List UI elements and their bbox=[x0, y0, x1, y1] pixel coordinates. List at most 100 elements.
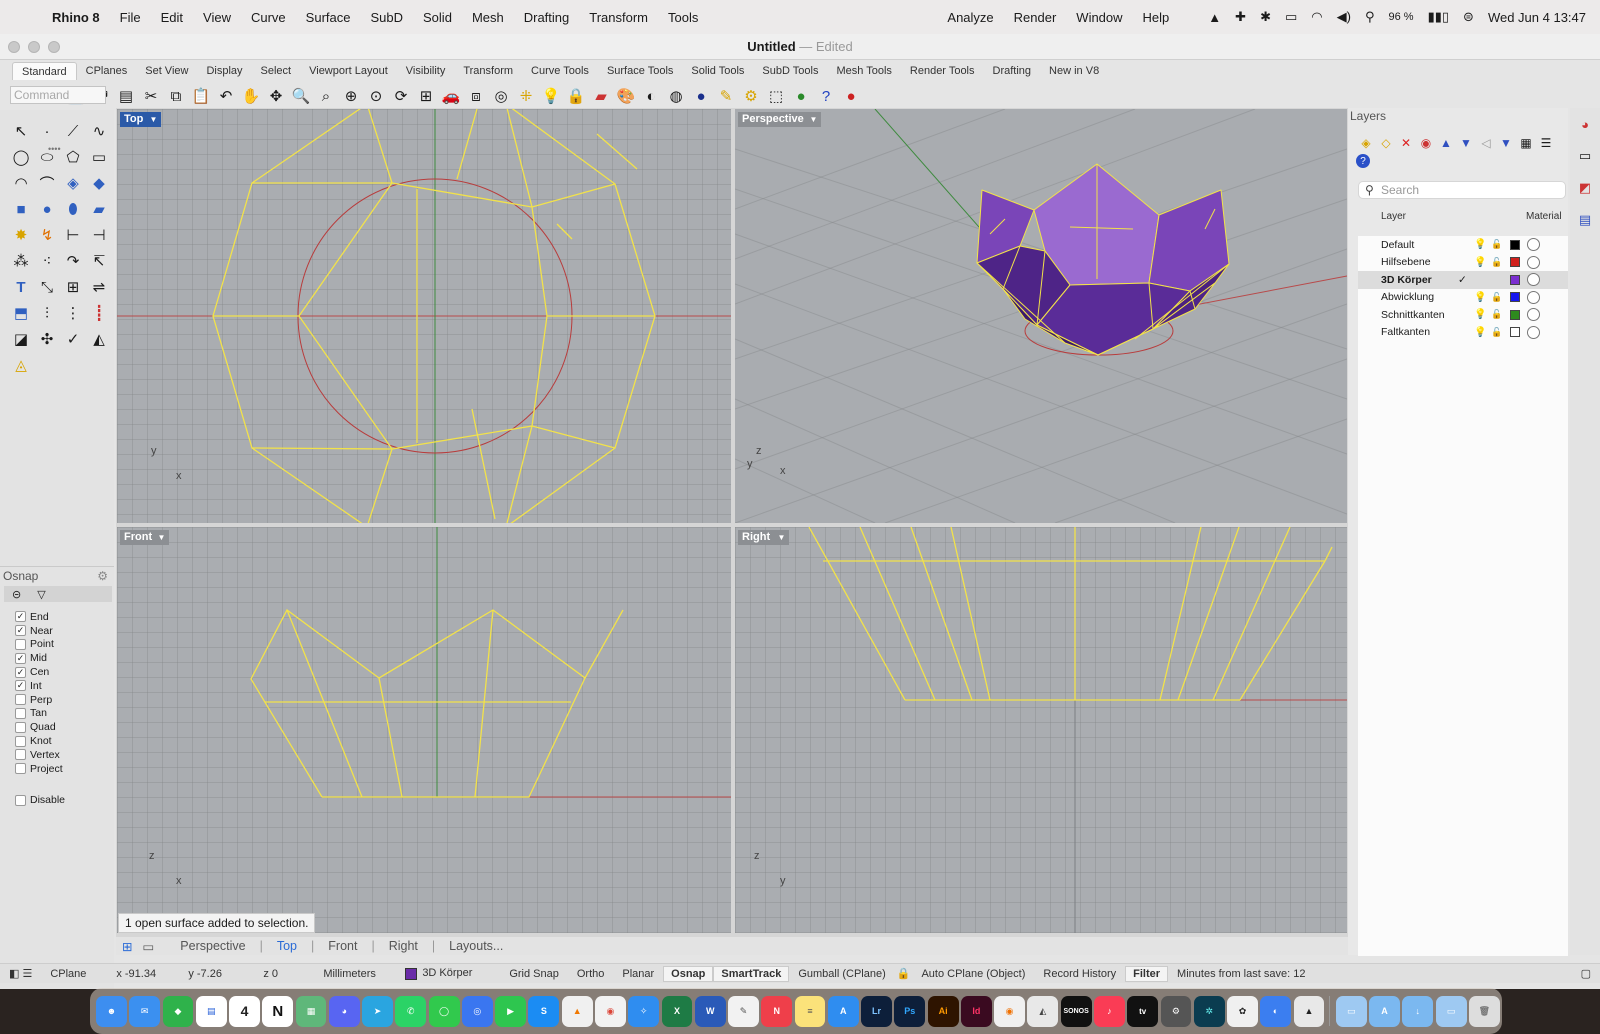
osnap-checkbox[interactable] bbox=[15, 707, 26, 719]
osnap-checkbox[interactable]: ✓ bbox=[15, 680, 26, 692]
layer-color-swatch[interactable] bbox=[1510, 257, 1520, 268]
perspective-viewport-menu-icon[interactable]: ▼ bbox=[806, 112, 821, 127]
status-units[interactable]: Millimeters bbox=[314, 968, 396, 980]
mail-icon[interactable]: ✉ bbox=[129, 995, 161, 1027]
extrude-icon[interactable]: ⬒ bbox=[8, 300, 34, 326]
copy-icon[interactable]: ⧉ bbox=[164, 84, 188, 108]
render-sphere-icon[interactable]: ● bbox=[689, 84, 713, 108]
menu-tools[interactable]: Tools bbox=[658, 10, 708, 25]
status-current-layer[interactable]: 3D Körper bbox=[396, 967, 500, 980]
transform-icon[interactable]: ┋ bbox=[86, 300, 112, 326]
perspective-viewport-label[interactable]: Perspective bbox=[738, 112, 808, 127]
facetime-icon[interactable]: ▶ bbox=[495, 995, 527, 1027]
osnap-item-vertex[interactable]: Vertex bbox=[15, 748, 110, 762]
layer-menu-icon[interactable]: ☰ bbox=[1536, 134, 1556, 152]
array-icon[interactable]: ⊞ bbox=[60, 274, 86, 300]
circle-icon[interactable]: ◯ bbox=[8, 144, 34, 170]
spotlight-search-icon[interactable]: ⚲ bbox=[1358, 9, 1382, 25]
snap-icon[interactable]: ◎ bbox=[489, 84, 513, 108]
excel-icon[interactable]: X bbox=[661, 995, 693, 1027]
polygon-icon[interactable]: ⬠ bbox=[60, 144, 86, 170]
osnap-item-mid[interactable]: ✓ Mid bbox=[15, 651, 110, 665]
command-input[interactable]: Command bbox=[10, 86, 106, 104]
layer-book-icon[interactable]: ▰ bbox=[589, 84, 613, 108]
layer-material-circle[interactable] bbox=[1527, 273, 1540, 287]
display-panel-icon[interactable]: ▭ bbox=[1570, 140, 1600, 172]
zoom-extents-icon[interactable]: ⊕ bbox=[339, 84, 363, 108]
clock[interactable]: Wed Jun 4 13:47 bbox=[1481, 10, 1600, 25]
lightroom-icon[interactable]: Lr bbox=[861, 995, 892, 1027]
rhino-logo-icon[interactable]: ● bbox=[839, 84, 863, 108]
osnap-item-project[interactable]: Project bbox=[15, 762, 110, 776]
layer-material-circle[interactable] bbox=[1527, 255, 1540, 269]
move-layer-up-icon[interactable]: ▲ bbox=[1436, 134, 1456, 152]
shazam-icon[interactable]: S bbox=[528, 995, 560, 1027]
osnap-item-tan[interactable]: Tan bbox=[15, 707, 110, 721]
cplane-grid-icon[interactable]: ⧈ bbox=[464, 84, 488, 108]
tab-new-in-v8[interactable]: New in V8 bbox=[1040, 62, 1108, 80]
layer-row[interactable]: 3D Körper ✓ bbox=[1358, 271, 1568, 289]
menu-analyze[interactable]: Analyze bbox=[937, 10, 1003, 25]
zoom-selected-icon[interactable]: ⊙ bbox=[364, 84, 388, 108]
osnap-checkbox[interactable] bbox=[15, 638, 26, 650]
layer-unlock-icon[interactable]: 🔓 bbox=[1491, 309, 1502, 320]
planar-toggle[interactable]: Planar bbox=[613, 968, 663, 980]
creative-cloud-icon[interactable]: ▲ bbox=[1201, 10, 1228, 25]
textedit-icon[interactable]: ✎ bbox=[728, 995, 759, 1027]
mirror-icon[interactable]: ⇌ bbox=[86, 274, 112, 300]
menu-transform[interactable]: Transform bbox=[579, 10, 658, 25]
layer-unlock-icon[interactable]: 🔓 bbox=[1491, 239, 1502, 250]
osnap-toggle[interactable]: Osnap bbox=[663, 965, 714, 982]
light-bulb-icon[interactable]: 💡 bbox=[539, 84, 563, 108]
tab-curve-tools[interactable]: Curve Tools bbox=[522, 62, 598, 80]
tab-viewport-layout[interactable]: Viewport Layout bbox=[300, 62, 397, 80]
layer-material-circle[interactable] bbox=[1527, 290, 1540, 304]
tab-transform[interactable]: Transform bbox=[454, 62, 522, 80]
illustrator-icon[interactable]: Ai bbox=[927, 995, 959, 1027]
osnap-checkbox[interactable] bbox=[15, 749, 26, 761]
mesh-plane-icon[interactable]: ▰ bbox=[86, 196, 112, 222]
vpn-icon[interactable]: ◐ bbox=[1260, 995, 1292, 1027]
layer-unlock-icon[interactable]: 🔓 bbox=[1491, 257, 1502, 268]
dimension-icon[interactable]: ⫶ bbox=[34, 300, 60, 326]
layer-name[interactable]: 3D Körper bbox=[1381, 274, 1432, 286]
tab-set-view[interactable]: Set View bbox=[136, 62, 197, 80]
zoom-window-button[interactable] bbox=[48, 41, 60, 53]
help-panel-icon[interactable]: ▤ bbox=[1570, 204, 1600, 236]
hat-app-icon[interactable]: ▲ bbox=[1293, 995, 1325, 1027]
rhino-status-icon[interactable]: ✚ bbox=[1228, 9, 1253, 25]
osnap-checkbox[interactable]: ✓ bbox=[15, 611, 26, 623]
paste-icon[interactable]: 📋 bbox=[189, 84, 213, 108]
layer-table-icon[interactable]: ▦ bbox=[1516, 134, 1536, 152]
safari-icon[interactable]: ✧ bbox=[628, 995, 660, 1027]
bluetooth-icon[interactable]: ✱ bbox=[1253, 9, 1278, 25]
new-sublayer-icon[interactable]: ◇ bbox=[1376, 134, 1396, 152]
tab-top[interactable]: Top bbox=[263, 939, 311, 953]
menu-view[interactable]: View bbox=[193, 10, 241, 25]
single-view-tab-icon[interactable]: ▭ bbox=[138, 939, 166, 954]
menu-edit[interactable]: Edit bbox=[151, 10, 193, 25]
sonos-icon[interactable]: SONOS bbox=[1060, 995, 1092, 1027]
telegram-icon[interactable]: ➤ bbox=[362, 995, 393, 1027]
layer-material-circle[interactable] bbox=[1527, 238, 1540, 252]
new-layer-icon[interactable]: ◈ bbox=[1356, 134, 1376, 152]
feedly-icon[interactable]: ◆ bbox=[162, 995, 194, 1027]
rotate-view-icon[interactable]: ⟳ bbox=[389, 84, 413, 108]
osnap-mode-icon[interactable]: ⊝ bbox=[12, 588, 21, 601]
minimize-window-button[interactable] bbox=[28, 41, 40, 53]
properties-panel-icon[interactable]: ◕ bbox=[1570, 108, 1600, 140]
wireframe-sphere-icon[interactable]: ◍ bbox=[664, 84, 688, 108]
cut-icon[interactable]: ✂ bbox=[139, 84, 163, 108]
perspective-viewport[interactable] bbox=[735, 109, 1347, 523]
material-column-header[interactable]: Material bbox=[1526, 211, 1562, 222]
tab-drafting[interactable]: Drafting bbox=[984, 62, 1041, 80]
fillet-curve-icon[interactable]: ⌒ bbox=[34, 170, 60, 196]
help-icon[interactable]: ? bbox=[814, 84, 838, 108]
layer-name[interactable]: Schnittkanten bbox=[1381, 309, 1445, 321]
layer-material-icon[interactable]: ◉ bbox=[1416, 134, 1436, 152]
fillet-icon[interactable]: ↸ bbox=[86, 248, 112, 274]
grid-snap-toggle[interactable]: Grid Snap bbox=[500, 968, 568, 980]
osnap-disable[interactable]: Disable bbox=[15, 794, 65, 806]
top-viewport-label[interactable]: Top bbox=[120, 112, 148, 127]
paint-bucket-icon[interactable]: ◬ bbox=[8, 352, 34, 378]
